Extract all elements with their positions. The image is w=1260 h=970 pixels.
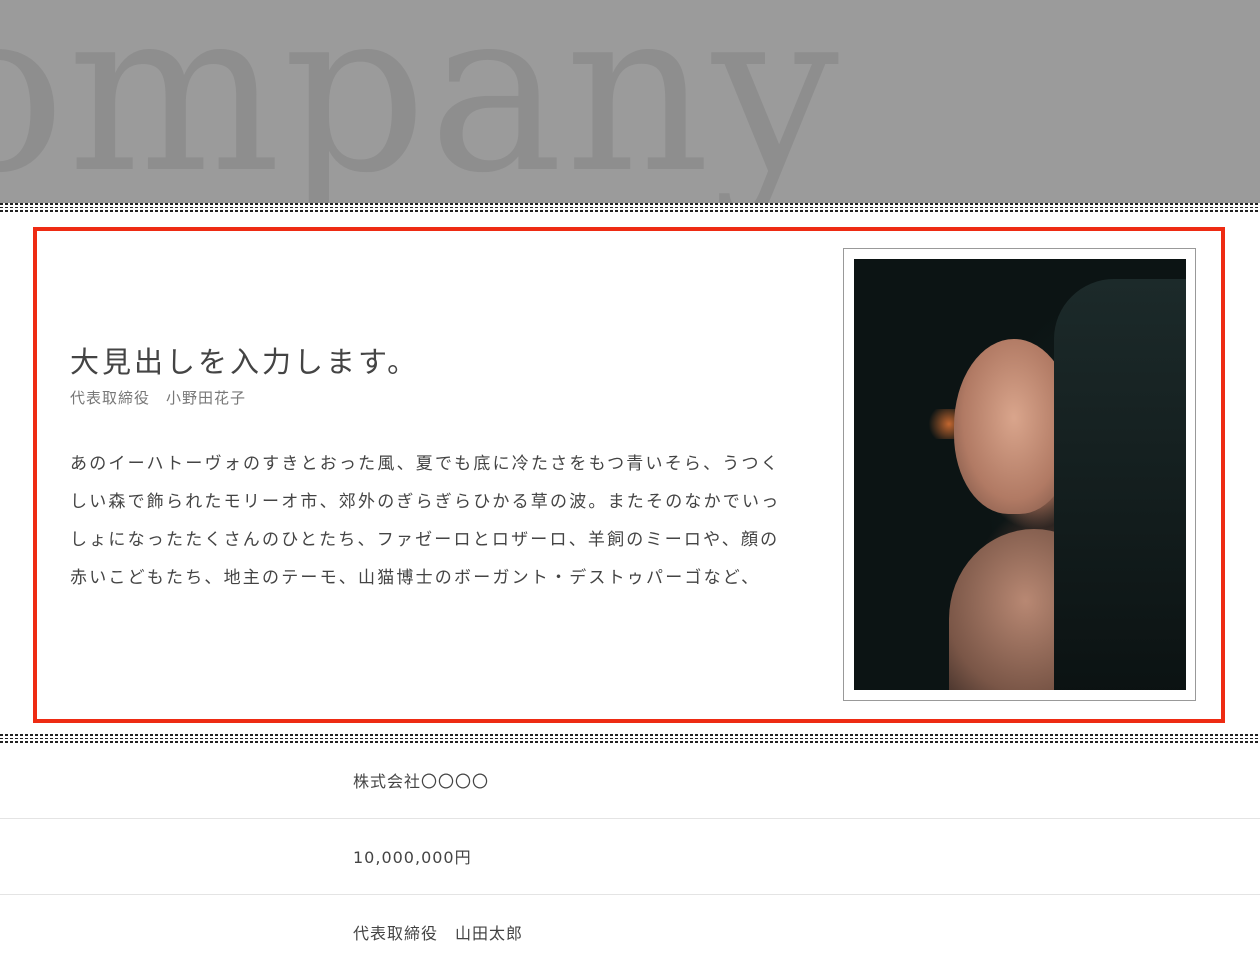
hero-background-word: ompany [0, 0, 842, 203]
feature-body-line: しょになったたくさんのひとたち、ファゼーロとロザーロ、羊飼のミーロや、顔の [70, 530, 780, 550]
feature-body-line: あのイーハトーヴォのすきとおった風、夏でも底に冷たさをもつ青いそら、うつく [70, 454, 780, 474]
feature-body-line: 赤いこどもたち、地主のテーモ、山猫博士のボーガント・デストゥパーゴなど、 [70, 568, 761, 588]
capital-value: 10,000,000円 [353, 848, 472, 867]
company-info-row: 株式会社〇〇〇〇 [0, 742, 1260, 819]
portrait-photo [854, 259, 1186, 690]
portrait-photo-frame [843, 248, 1196, 701]
feature-body-text: あのイーハトーヴォのすきとおった風、夏でも底に冷たさをもつ青いそら、うつく しい… [70, 445, 800, 597]
company-info-row: 代表取締役 山田太郎 [0, 894, 1260, 970]
feature-body-line: しい森で飾られたモリーオ市、郊外のぎらぎらひかる草の波。またそのなかでいっ [70, 492, 781, 512]
feature-subheading: 代表取締役 小野田花子 [70, 389, 247, 407]
feature-heading: 大見出しを入力します。 [70, 345, 420, 379]
company-name-value: 株式会社〇〇〇〇 [353, 772, 490, 791]
hero-banner: ompany [0, 0, 1260, 203]
photo-hair [1054, 279, 1186, 690]
representative-value: 代表取締役 山田太郎 [353, 924, 524, 943]
dashed-divider-top [0, 203, 1260, 212]
company-info-row: 10,000,000円 [0, 818, 1260, 895]
representative-feature-section: 大見出しを入力します。 代表取締役 小野田花子 あのイーハトーヴォのすきとおった… [33, 227, 1225, 723]
